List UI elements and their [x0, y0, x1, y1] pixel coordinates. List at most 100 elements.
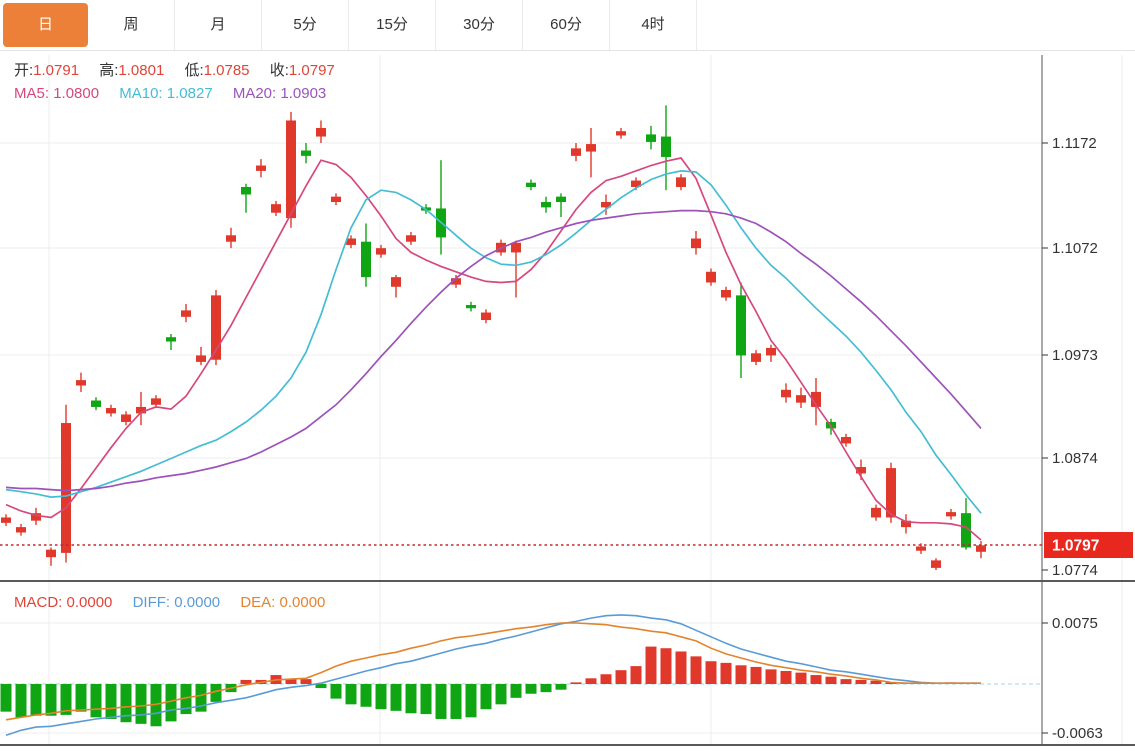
- candle-body: [271, 204, 281, 213]
- candle-body: [376, 248, 386, 255]
- candle-body: [316, 127, 326, 137]
- macd-bar: [525, 684, 537, 694]
- macd-bar: [90, 684, 102, 718]
- candle-body: [151, 398, 161, 405]
- tab-m60[interactable]: 60分: [523, 0, 610, 50]
- candle-body: [361, 241, 371, 278]
- ma5-line: [5, 157, 982, 541]
- candle-body: [736, 295, 746, 356]
- candle-body: [46, 549, 56, 558]
- macd-bar: [720, 662, 732, 684]
- macd-bar: [345, 684, 357, 705]
- macd-bar: [405, 684, 417, 714]
- macd-bar: [450, 684, 462, 719]
- timeframe-tabbar: 日周月 5分 15分 30分 60分 4时: [0, 0, 1135, 51]
- last-price-badge-label: 1.0797: [1052, 538, 1099, 555]
- candle-body: [466, 305, 476, 309]
- macd-bar: [420, 684, 432, 715]
- axis-tick-label: 1.0774: [1052, 562, 1098, 579]
- macd-bar: [330, 684, 342, 699]
- macd-bar: [645, 646, 657, 684]
- candle-body: [661, 136, 671, 157]
- macd-bar: [585, 678, 597, 684]
- tab-week[interactable]: 周: [88, 0, 175, 50]
- ma20-line: [5, 209, 982, 492]
- tab-day[interactable]: 日: [3, 3, 88, 47]
- candle-body: [226, 235, 236, 242]
- candle-body: [181, 310, 191, 317]
- macd-bar: [750, 666, 762, 684]
- candle-body: [646, 134, 656, 142]
- candle-body: [931, 560, 941, 568]
- ohlc-legend: 开:1.0791 高:1.0801 低:1.0785 收:1.0797: [14, 59, 351, 80]
- macd-bar: [630, 666, 642, 684]
- candle-body: [871, 507, 881, 518]
- candle-body: [76, 380, 86, 386]
- candle-body: [571, 148, 581, 156]
- tab-m15[interactable]: 15分: [349, 0, 436, 50]
- macd-bar: [555, 684, 567, 690]
- candle-body: [331, 196, 341, 203]
- macd-bar: [15, 684, 27, 718]
- candle-body: [391, 277, 401, 287]
- open-label: 开:: [14, 62, 34, 79]
- macd-bar: [615, 670, 627, 684]
- candle-body: [541, 202, 551, 208]
- candle-body: [1, 517, 11, 523]
- macd-bar: [495, 684, 507, 705]
- candle-body: [796, 395, 806, 403]
- tab-m5[interactable]: 5分: [262, 0, 349, 50]
- candle-body: [106, 408, 116, 414]
- candle-body: [721, 289, 731, 298]
- macd-value: 0.0000: [66, 594, 113, 611]
- macd-bar: [705, 661, 717, 684]
- macd-bar: [45, 684, 57, 716]
- candlestick-chart[interactable]: 1.1172 1.1072 1.0973 1.0874 1.0774 0.0075 -0.0…: [0, 0, 1135, 751]
- dea-value: 0.0000: [279, 594, 326, 611]
- tab-month[interactable]: 月: [175, 0, 262, 50]
- macd-bar: [435, 684, 447, 719]
- candle-body: [841, 436, 851, 444]
- candle-body: [676, 177, 686, 187]
- candle-body: [691, 238, 701, 249]
- candle-body: [511, 242, 521, 253]
- axis-tick-label: 1.0973: [1052, 347, 1098, 364]
- ma10-line: [5, 170, 982, 514]
- low-value: 1.0785: [203, 62, 250, 79]
- candle-body: [526, 182, 536, 187]
- candle-body: [406, 235, 416, 242]
- high-value: 1.0801: [118, 62, 165, 79]
- ma5-label: MA5:: [14, 85, 50, 102]
- macd-bar: [195, 684, 207, 712]
- candle-body: [481, 312, 491, 321]
- macd-bar: [30, 684, 42, 716]
- axis-tick-label: 1.0874: [1052, 450, 1098, 467]
- candle-body: [256, 165, 266, 171]
- high-label: 高:: [99, 62, 119, 79]
- close-value: 1.0797: [288, 62, 335, 79]
- macd-bar: [855, 679, 867, 684]
- macd-bar: [465, 684, 477, 718]
- axis-tick-label: 1.1172: [1052, 135, 1097, 152]
- candle-body: [16, 527, 26, 533]
- candle-body: [916, 546, 926, 551]
- candle-body: [616, 131, 626, 136]
- macd-bar: [390, 684, 402, 711]
- candle-body: [976, 545, 986, 552]
- tab-h4[interactable]: 4时: [610, 0, 697, 50]
- macd-bar: [300, 679, 312, 684]
- macd-bar: [540, 684, 552, 693]
- macd-bar: [690, 656, 702, 684]
- macd-bar: [135, 684, 147, 724]
- open-value: 1.0791: [33, 62, 80, 79]
- candle-body: [781, 389, 791, 398]
- ma20-label: MA20:: [232, 85, 277, 102]
- candle-body: [121, 414, 131, 422]
- candle-body: [586, 144, 596, 152]
- low-label: 低:: [184, 62, 204, 79]
- axis-tick-label: 1.1072: [1052, 240, 1098, 257]
- trading-chart-page: 日周月 5分 15分 30分 60分 4时 1.1172 1.1072 1.0973 1.087…: [0, 0, 1135, 751]
- macd-bar: [375, 684, 387, 710]
- tab-m30[interactable]: 30分: [436, 0, 523, 50]
- close-label: 收:: [269, 62, 289, 79]
